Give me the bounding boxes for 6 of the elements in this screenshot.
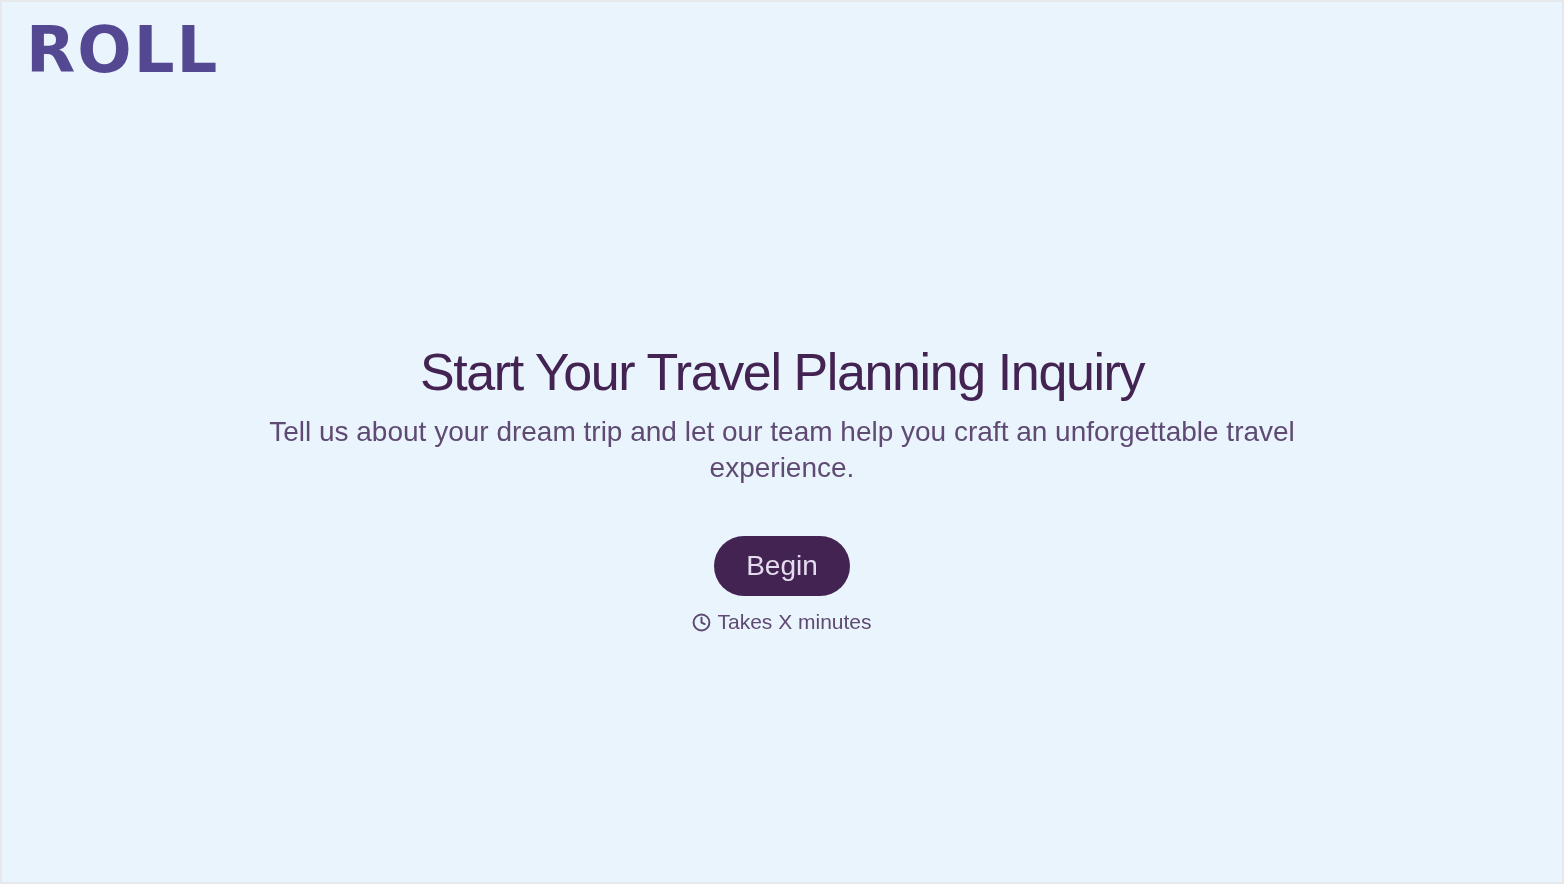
begin-button[interactable]: Begin <box>714 536 850 596</box>
page-title: Start Your Travel Planning Inquiry <box>419 342 1145 402</box>
logo: ROLL <box>26 14 220 86</box>
page-subtitle: Tell us about your dream trip and let our team help you craft an unforgettable travel experience. <box>268 415 1296 485</box>
clock-icon <box>692 612 712 632</box>
duration-text: Takes X minutes <box>717 609 872 635</box>
